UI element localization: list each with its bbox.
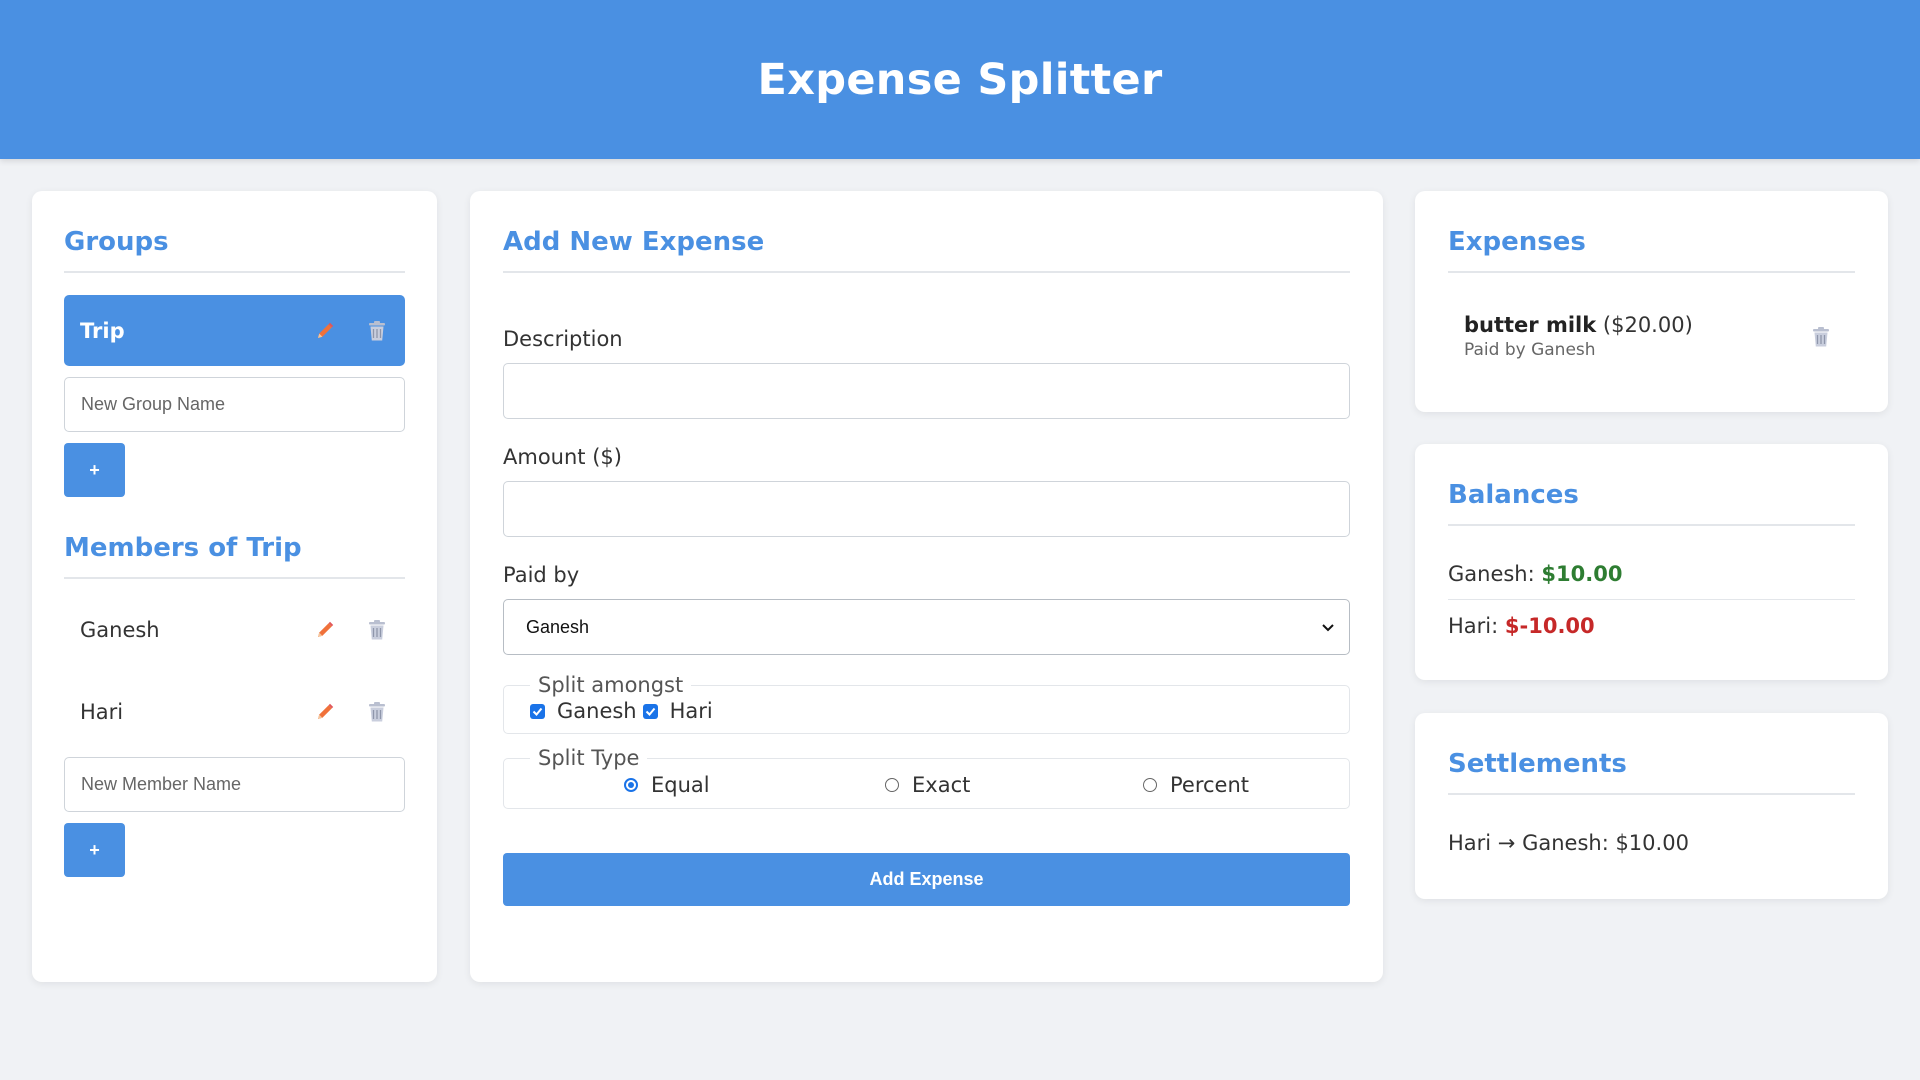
expense-item: butter milk ($20.00) Paid by Ganesh — [1448, 273, 1855, 360]
radio-percent[interactable] — [1143, 778, 1157, 792]
trash-icon[interactable] — [365, 618, 389, 642]
pencil-icon[interactable] — [313, 319, 337, 343]
split-type-legend: Split Type — [538, 746, 640, 770]
balance-amount: $-10.00 — [1504, 614, 1595, 638]
paid-by-label: Paid by — [503, 563, 580, 587]
groups-title: Groups — [64, 227, 405, 273]
member-name: Hari — [80, 700, 124, 724]
radio-equal[interactable] — [624, 778, 638, 792]
amount-label: Amount ($) — [503, 445, 622, 469]
member-item-hari[interactable]: Hari — [64, 671, 405, 753]
radio-exact[interactable] — [885, 778, 899, 792]
member-name: Ganesh — [80, 618, 160, 642]
members-title: Members of Trip — [64, 533, 405, 579]
split-type-group: Split Type Equal Exact Percent — [503, 746, 1350, 809]
groups-panel: Groups Trip + Members of Trip Ganesh — [32, 191, 437, 982]
balance-name: Ganesh: — [1448, 562, 1535, 586]
balances-title: Balances — [1448, 480, 1855, 526]
member-item-ganesh[interactable]: Ganesh — [64, 589, 405, 671]
split-amongst-legend: Split amongst — [538, 673, 684, 697]
paid-by-select[interactable]: Ganesh — [503, 599, 1350, 655]
pencil-icon[interactable] — [313, 618, 337, 642]
paid-by-selected: Ganesh — [526, 616, 590, 637]
balance-amount: $10.00 — [1541, 562, 1623, 586]
expense-amount: ($20.00) — [1602, 313, 1693, 337]
split-type-equal[interactable]: Equal — [624, 773, 710, 797]
trash-icon[interactable] — [365, 319, 389, 343]
add-member-button[interactable]: + — [64, 823, 125, 877]
expense-description: butter milk — [1464, 313, 1597, 337]
split-type-equal-label: Equal — [651, 773, 710, 797]
expense-paid-by: Paid by Ganesh — [1464, 340, 1596, 360]
amount-input[interactable] — [503, 481, 1350, 537]
settlements-title: Settlements — [1448, 749, 1855, 795]
split-type-percent-label: Percent — [1170, 773, 1250, 797]
expenses-title: Expenses — [1448, 227, 1855, 273]
split-type-exact[interactable]: Exact — [885, 773, 970, 797]
trash-icon[interactable] — [365, 700, 389, 724]
add-expense-panel: Add New Expense Description Amount ($) P… — [470, 191, 1383, 982]
group-name: Trip — [80, 318, 125, 343]
split-label-ganesh: Ganesh — [557, 699, 637, 723]
settlement-row: Hari → Ganesh: $10.00 — [1448, 831, 1689, 855]
app-title: Expense Splitter — [757, 54, 1163, 105]
balance-name: Hari: — [1448, 614, 1499, 638]
balance-row-hari: Hari: $-10.00 — [1448, 600, 1855, 651]
app-header: Expense Splitter — [0, 0, 1920, 159]
balance-row-ganesh: Ganesh: $10.00 — [1448, 526, 1855, 600]
balances-panel: Balances Ganesh: $10.00 Hari: $-10.00 — [1415, 444, 1888, 680]
trash-icon[interactable] — [1809, 325, 1833, 349]
group-item-trip[interactable]: Trip — [64, 295, 405, 366]
chevron-down-icon — [1321, 618, 1335, 639]
split-checkbox-hari[interactable] — [642, 703, 658, 719]
add-expense-title: Add New Expense — [503, 227, 1350, 273]
expenses-panel: Expenses butter milk ($20.00) Paid by Ga… — [1415, 191, 1888, 412]
settlements-panel: Settlements Hari → Ganesh: $10.00 — [1415, 713, 1888, 899]
split-checkbox-ganesh[interactable] — [530, 703, 545, 719]
split-label-hari: Hari — [669, 699, 713, 723]
description-label: Description — [503, 327, 623, 351]
add-expense-button[interactable]: Add Expense — [503, 853, 1350, 906]
description-input[interactable] — [503, 363, 1350, 419]
add-group-button[interactable]: + — [64, 443, 125, 497]
split-type-percent[interactable]: Percent — [1143, 773, 1249, 797]
split-type-exact-label: Exact — [912, 773, 971, 797]
pencil-icon[interactable] — [313, 700, 337, 724]
new-member-input[interactable] — [64, 757, 405, 812]
split-amongst-group: Split amongst Ganesh Hari — [503, 673, 1350, 734]
new-group-input[interactable] — [64, 377, 405, 432]
